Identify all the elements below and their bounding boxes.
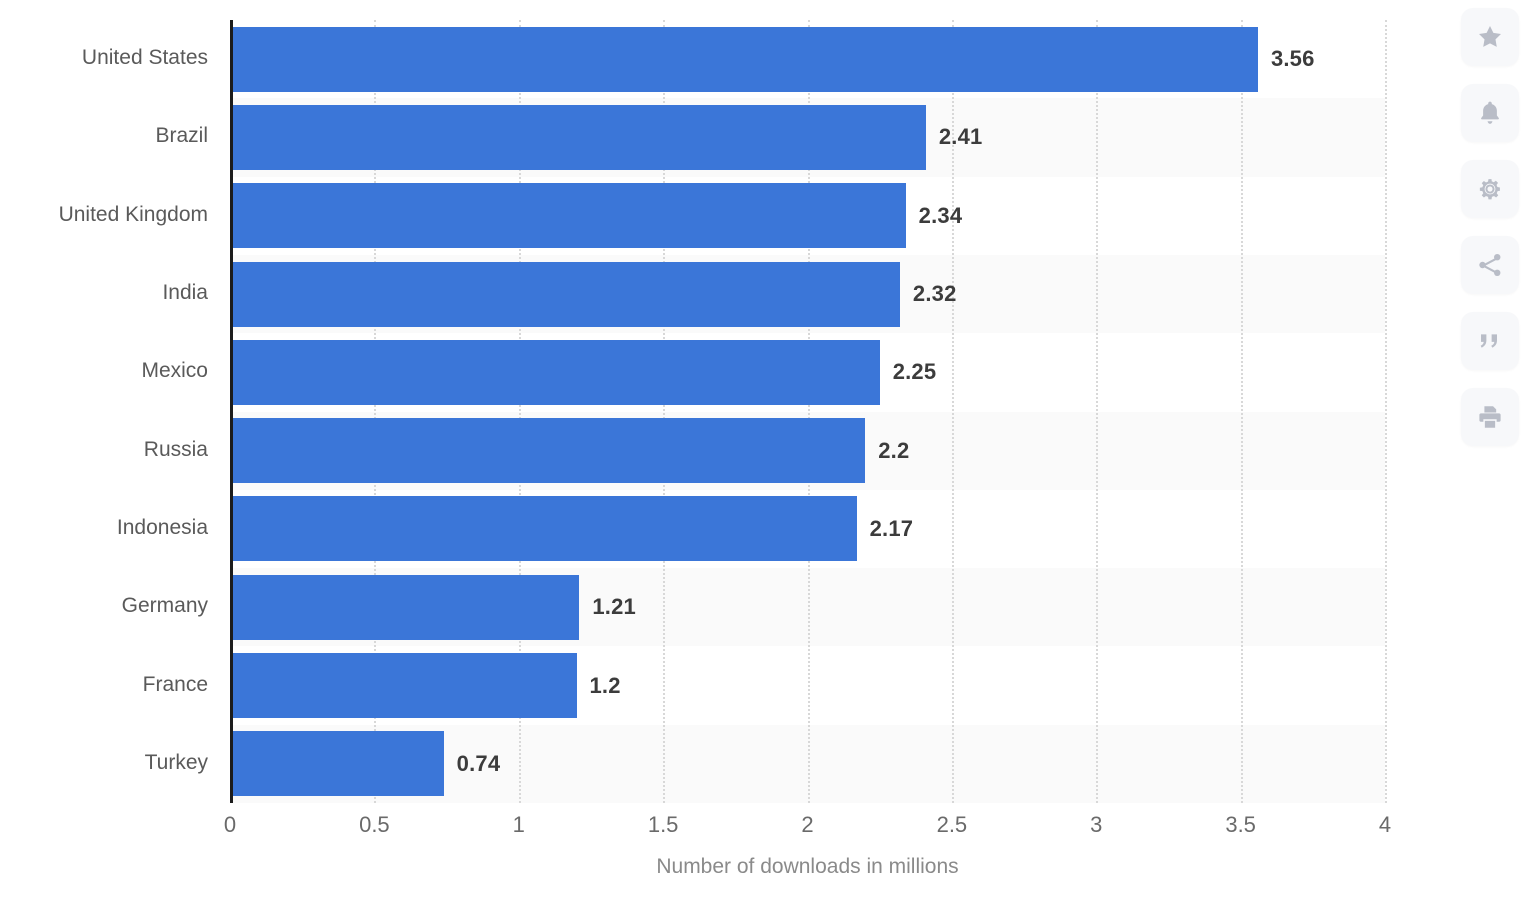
category-label: Brazil bbox=[155, 124, 208, 148]
bar-value-label: 2.25 bbox=[892, 359, 937, 385]
print-icon bbox=[1476, 403, 1504, 431]
x-tick-label: 0.5 bbox=[359, 812, 390, 837]
bar-value-label: 2.41 bbox=[938, 124, 983, 150]
x-tick-label: 4 bbox=[1378, 812, 1392, 837]
print-button[interactable] bbox=[1461, 388, 1519, 446]
y-axis-line bbox=[230, 20, 233, 803]
bell-icon bbox=[1476, 99, 1504, 127]
bar[interactable] bbox=[230, 574, 580, 640]
bar-row: 3.56 bbox=[230, 26, 1385, 92]
bar-row: 1.2 bbox=[230, 653, 1385, 719]
x-tick-label: 1.5 bbox=[647, 812, 679, 837]
bar-row: 2.34 bbox=[230, 183, 1385, 249]
category-label: India bbox=[162, 281, 208, 305]
category-label: Russia bbox=[143, 437, 208, 461]
bar[interactable] bbox=[230, 496, 857, 562]
bar-value-label: 2.34 bbox=[918, 202, 963, 228]
x-tick-label: 1 bbox=[512, 812, 525, 837]
gridline bbox=[1385, 20, 1387, 803]
bars-layer: 3.56 2.41 2.34 2.32 2.25 2.2 2.17 1.21 1.2 0.74 bbox=[230, 20, 1385, 803]
bar-chart-figure: 3.56 2.41 2.34 2.32 2.25 2.2 2.17 1.21 1.2 0.74 U… bbox=[0, 0, 1440, 906]
bar[interactable] bbox=[230, 339, 880, 405]
x-axis-tick-labels: 0 0.5 1 1.5 2 2.5 3 3.5 4 bbox=[224, 812, 1391, 846]
category-label: Germany bbox=[121, 594, 208, 618]
bar[interactable] bbox=[230, 418, 866, 484]
notify-button[interactable] bbox=[1461, 84, 1519, 142]
citation-button[interactable] bbox=[1461, 312, 1519, 370]
bar[interactable] bbox=[230, 26, 1258, 92]
action-sidebar bbox=[1440, 0, 1540, 906]
bar-value-label: 2.32 bbox=[912, 281, 957, 307]
x-tick-label: 3 bbox=[1090, 812, 1103, 837]
bar[interactable] bbox=[230, 104, 926, 170]
bar-row: 2.2 bbox=[230, 418, 1385, 484]
bar-row: 0.74 bbox=[230, 731, 1385, 797]
gear-icon bbox=[1476, 175, 1504, 203]
bar-value-label: 1.21 bbox=[592, 594, 636, 620]
x-tick-label: 2 bbox=[801, 812, 814, 837]
settings-button[interactable] bbox=[1461, 160, 1519, 218]
bar-row: 2.17 bbox=[230, 496, 1385, 562]
category-label: United States bbox=[81, 46, 208, 70]
bar[interactable] bbox=[230, 731, 444, 797]
category-label: United Kingdom bbox=[58, 202, 208, 226]
share-icon bbox=[1476, 251, 1504, 279]
screenshot-root: 3.56 2.41 2.34 2.32 2.25 2.2 2.17 1.21 1.2 0.74 U… bbox=[0, 0, 1540, 906]
bar-value-label: 3.56 bbox=[1270, 46, 1315, 72]
bar-row: 1.21 bbox=[230, 574, 1385, 640]
category-label: Indonesia bbox=[116, 515, 208, 539]
bar-value-label: 0.74 bbox=[456, 750, 501, 776]
category-label: Mexico bbox=[141, 359, 208, 383]
bar[interactable] bbox=[230, 261, 900, 327]
bar[interactable] bbox=[230, 183, 906, 249]
x-tick-label: 2.5 bbox=[936, 812, 968, 837]
bar-row: 2.25 bbox=[230, 339, 1385, 405]
favorite-button[interactable] bbox=[1461, 8, 1519, 66]
bar-value-label: 2.2 bbox=[878, 437, 910, 463]
favorite-icon bbox=[1476, 23, 1504, 51]
bar-value-label: 1.2 bbox=[589, 672, 621, 698]
bar-row: 2.32 bbox=[230, 261, 1385, 327]
bar-row: 2.41 bbox=[230, 104, 1385, 170]
share-button[interactable] bbox=[1461, 236, 1519, 294]
bar-value-label: 2.17 bbox=[869, 515, 914, 541]
x-axis-title: Number of downloads in millions bbox=[656, 855, 959, 878]
x-tick-label: 0 bbox=[223, 812, 237, 837]
quote-icon bbox=[1476, 327, 1504, 355]
category-label: France bbox=[142, 672, 208, 696]
plot-area: 3.56 2.41 2.34 2.32 2.25 2.2 2.17 1.21 1.2 0.74 bbox=[230, 20, 1387, 803]
x-tick-label: 3.5 bbox=[1225, 812, 1256, 837]
category-label: Turkey bbox=[144, 750, 208, 774]
bar[interactable] bbox=[230, 653, 577, 719]
category-axis-labels: United States Brazil United Kingdom India Me… bbox=[0, 20, 208, 803]
